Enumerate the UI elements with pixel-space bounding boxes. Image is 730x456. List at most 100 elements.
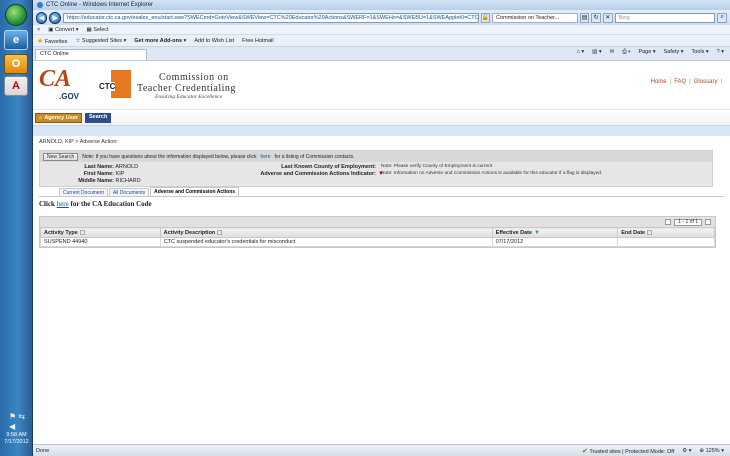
search-tab-button[interactable]: Search <box>85 113 112 123</box>
help-icon[interactable]: ? ▾ <box>717 49 724 56</box>
cell-activity-description: CTC suspended educator's credentials for… <box>159 237 493 247</box>
home-link[interactable]: Home <box>651 79 667 85</box>
start-button[interactable] <box>5 4 27 26</box>
cell-activity-type: SUSPEND 44940 <box>40 237 161 247</box>
tab-row: CTC Online ⌂ ▾ ▧ ▾ ✉ ⎙ ▾ Page ▾ Safety ▾… <box>33 47 730 61</box>
acrobat-icon: A <box>12 80 20 92</box>
col-activity-description[interactable]: Activity Description <box>159 227 493 238</box>
flag-tray-icon[interactable]: ⚑ <box>9 412 16 421</box>
system-tray[interactable]: ⚑ ⇆ ◀ <box>9 412 25 432</box>
cell-end-date <box>617 237 715 247</box>
ctc-logo[interactable]: CTC <box>99 70 131 100</box>
adverse-actions-grid: 1 - 1 of 1 Activity Type Activity Descri… <box>39 216 716 248</box>
taskbar-acrobat-button[interactable]: A <box>4 76 28 96</box>
commission-title: Commission on Teacher Credentialing <box>137 72 236 94</box>
educator-fields: Last Name: ARNOLD First Name: KIP Middle… <box>40 162 712 186</box>
educator-info-panel: New Search Note: If you have questions a… <box>39 150 713 187</box>
browser-window: CTC Online - Windows Internet Explorer ◀… <box>33 0 730 456</box>
clock-time: 9:58 AM <box>6 432 27 438</box>
col-end-date[interactable]: End Date <box>617 227 715 238</box>
get-addons-link[interactable]: Get more Add-ons ▾ <box>134 38 186 44</box>
volume-icon[interactable]: ◀ <box>9 422 15 431</box>
url-field[interactable]: https://educator.ctc.ca.gov/esales_enu/s… <box>62 12 479 23</box>
col-effective-date[interactable]: Effective Date ▼ <box>491 227 619 238</box>
forward-button[interactable]: ▶ <box>49 11 61 24</box>
address-bar: ◀ ▶ https://educator.ctc.ca.gov/esales_e… <box>33 10 730 25</box>
taskbar-ie-button[interactable]: e <box>4 30 28 50</box>
clock[interactable]: 9:58 AM 7/17/2012 <box>0 432 33 446</box>
contacts-link[interactable]: here <box>261 154 271 160</box>
star-icon: ★ <box>37 37 44 45</box>
actions-table: Activity Type Activity Description Effec… <box>40 227 715 247</box>
tab-current-document[interactable]: Current Document <box>59 188 108 196</box>
table-row[interactable]: SUSPEND 44940 CTC suspended educator's c… <box>40 237 715 247</box>
home-small-icon: ⌂ <box>39 115 43 121</box>
stop-icon[interactable]: ✕ <box>602 12 613 23</box>
indicator-note: Note: Information on Adverse and Commiss… <box>381 171 603 176</box>
feeds-icon[interactable]: ▧ ▾ <box>592 49 602 56</box>
ca-gov-logo[interactable]: CA .GOV <box>39 67 89 106</box>
breadcrumb: ARNOLD, KIP > Adverse Action: <box>39 139 118 145</box>
add-favorite-icon: ☆ <box>75 37 81 44</box>
county-field: Last Known County of Employment: <box>281 164 376 170</box>
new-search-button[interactable]: New Search <box>43 152 79 161</box>
compatibility-icon[interactable]: ▤ <box>579 12 590 23</box>
wish-list-link[interactable]: Add to Wish List <box>194 38 234 44</box>
security-lock-icon[interactable]: 🔒 <box>480 12 491 23</box>
taskbar-outlook-button[interactable]: O <box>4 54 28 74</box>
safety-menu[interactable]: Safety ▾ <box>664 49 684 56</box>
convert-button[interactable]: ▣ Convert ▾ <box>48 27 78 33</box>
print-icon[interactable]: ⎙ ▾ <box>622 49 630 56</box>
sort-icon[interactable] <box>647 229 653 235</box>
sort-icon[interactable] <box>79 229 85 235</box>
faq-link[interactable]: FAQ <box>674 79 686 85</box>
page-menu[interactable]: Page ▾ <box>638 49 655 56</box>
pager-prev-button[interactable] <box>665 219 672 225</box>
close-toolbar-icon[interactable]: × <box>37 27 40 33</box>
hotmail-link[interactable]: Free Hotmail <box>242 38 273 44</box>
glossary-link[interactable]: Glossary <box>694 79 718 85</box>
breadcrumb-current: Adverse Action: <box>79 139 118 145</box>
sort-icon[interactable] <box>217 229 223 235</box>
search-input[interactable]: Bing <box>614 12 716 23</box>
tab-all-documents[interactable]: All Documents <box>108 188 150 196</box>
favorites-button[interactable]: ★ Favorites <box>37 37 67 45</box>
document-tabs: Current Document All Documents Adverse a… <box>39 187 724 197</box>
tab-adverse-actions[interactable]: Adverse and Commission Actions <box>150 187 240 196</box>
zoom-control[interactable]: ⊕ 125% ▾ <box>699 448 724 454</box>
status-text: Done <box>36 447 50 454</box>
internet-explorer-icon: e <box>12 34 20 46</box>
note-bar: New Search Note: If you have questions a… <box>40 151 712 162</box>
breadcrumb-educator-link[interactable]: ARNOLD, KIP <box>39 139 74 145</box>
favorites-bar: ★ Favorites ☆ Suggested Sites ▾ Get more… <box>33 35 730 47</box>
indicator-field: Adverse and Commission Actions Indicator… <box>260 171 384 177</box>
county-note: Note: Please verify County of Employment… <box>381 164 493 169</box>
ie-tools: ⌂ ▾ ▧ ▾ ✉ ⎙ ▾ Page ▾ Safety ▾ Tools ▾ ? … <box>576 49 724 56</box>
pager-count: 1 - 1 of 1 <box>674 218 702 226</box>
settings-icon[interactable]: ⚙ ▾ <box>682 448 691 454</box>
select-button[interactable]: ▦ Select <box>87 27 109 33</box>
command-bar: × ▣ Convert ▾ ▦ Select <box>33 25 730 35</box>
agency-user-button[interactable]: ⌂ Agency User <box>35 113 82 123</box>
ie-title-icon <box>37 2 43 8</box>
top-links: Home | FAQ | Glossary | <box>650 79 722 85</box>
tools-menu[interactable]: Tools ▾ <box>692 49 709 56</box>
pager-next-button[interactable] <box>705 219 711 225</box>
col-activity-type[interactable]: Activity Type <box>40 227 161 238</box>
sort-descending-icon[interactable]: ▼ <box>534 230 540 236</box>
refresh-icon[interactable]: ↻ <box>591 12 601 23</box>
mail-icon[interactable]: ✉ <box>610 49 615 56</box>
tab-ctc-online[interactable]: CTC Online <box>35 49 147 60</box>
clock-date: 7/17/2012 <box>4 439 29 445</box>
nav-strip <box>33 125 730 136</box>
security-zone[interactable]: ✔ Trusted sites | Protected Mode: Off <box>582 447 674 455</box>
search-icon[interactable]: ⌕ <box>717 12 727 23</box>
network-icon[interactable]: ⇆ <box>18 412 25 421</box>
suggested-sites-link[interactable]: ☆ Suggested Sites ▾ <box>75 38 126 44</box>
home-icon[interactable]: ⌂ ▾ <box>576 49 584 56</box>
education-code-link[interactable]: here <box>57 200 69 208</box>
grid-pager: 1 - 1 of 1 <box>40 217 715 227</box>
status-bar: Done ✔ Trusted sites | Protected Mode: O… <box>33 444 730 456</box>
back-button[interactable]: ◀ <box>36 11 48 24</box>
tab-switch-field[interactable]: Commission on Teacher... <box>492 12 578 23</box>
